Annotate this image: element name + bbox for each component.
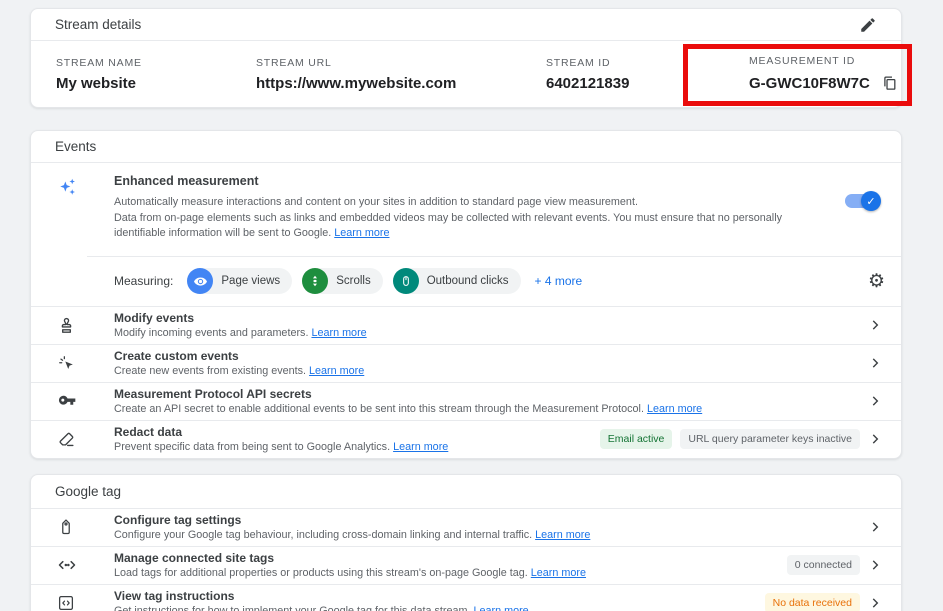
redact-data-learn-more[interactable]: Learn more [393, 441, 448, 453]
enhanced-measurement-section: Enhanced measurement Automatically measu… [31, 163, 901, 306]
chevron-right-icon[interactable] [868, 432, 882, 446]
create-custom-events-title: Create custom events [114, 349, 868, 364]
google-tag-header: Google tag [31, 475, 901, 508]
enhanced-learn-more-link[interactable]: Learn more [334, 227, 389, 239]
configure-tag-settings-desc: Configure your Google tag behaviour, inc… [114, 529, 532, 541]
chip-page-views-label: Page views [221, 275, 280, 287]
modify-events-learn-more[interactable]: Learn more [311, 327, 366, 339]
view-tag-instructions-title: View tag instructions [114, 589, 765, 604]
gear-icon[interactable]: ⚙ [868, 272, 885, 291]
chevron-right-icon[interactable] [868, 558, 882, 572]
chevron-right-icon[interactable] [868, 596, 882, 610]
stream-details-card: Stream details STREAM NAME My website ST… [30, 8, 902, 108]
url-query-inactive-badge: URL query parameter keys inactive [680, 429, 860, 449]
connected-count-badge: 0 connected [787, 555, 860, 575]
enhanced-measurement-desc: Automatically measure interactions and c… [114, 195, 831, 242]
enhanced-desc-line2: Data from on-page elements such as links… [114, 212, 782, 240]
view-tag-instructions-learn-more[interactable]: Learn more [473, 605, 528, 611]
events-title: Events [55, 139, 96, 154]
google-tag-card: Google tag Configure tag settings Config… [30, 474, 902, 611]
chip-scrolls-label: Scrolls [336, 275, 371, 287]
stream-name-label: STREAM NAME [56, 57, 256, 69]
api-secrets-title: Measurement Protocol API secrets [114, 387, 868, 402]
configure-tag-settings-title: Configure tag settings [114, 513, 868, 528]
chip-page-views[interactable]: Page views [187, 268, 292, 294]
eye-icon [187, 268, 213, 294]
chevron-right-icon[interactable] [868, 394, 882, 408]
modify-events-desc: Modify incoming events and parameters. [114, 327, 308, 339]
events-header: Events [31, 131, 901, 163]
measurement-id-label: MEASUREMENT ID [749, 55, 901, 67]
edit-pencil-icon[interactable] [855, 12, 881, 38]
chip-outbound-clicks-label: Outbound clicks [427, 275, 509, 287]
copy-icon[interactable] [880, 73, 900, 93]
row-manage-connected-site-tags[interactable]: Manage connected site tags Load tags for… [31, 546, 901, 584]
stream-id-value: 6402121839 [546, 75, 721, 92]
scroll-icon [302, 268, 328, 294]
stream-url-field: STREAM URL https://www.mywebsite.com [256, 57, 546, 92]
code-dots-icon [57, 555, 77, 575]
redact-data-title: Redact data [114, 425, 600, 440]
measurement-id-field: MEASUREMENT ID G-GWC10F8W7C [721, 55, 901, 93]
stream-details-title: Stream details [55, 17, 141, 32]
chip-scrolls[interactable]: Scrolls [302, 268, 383, 294]
stream-name-value: My website [56, 75, 256, 92]
row-configure-tag-settings[interactable]: Configure tag settings Configure your Go… [31, 508, 901, 546]
row-api-secrets[interactable]: Measurement Protocol API secrets Create … [31, 382, 901, 420]
enhanced-measurement-toggle[interactable]: ✓ [845, 194, 879, 208]
mouse-icon [393, 268, 419, 294]
stamp-icon [57, 316, 76, 335]
row-redact-data[interactable]: Redact data Prevent specific data from b… [31, 420, 901, 458]
manage-connected-site-tags-learn-more[interactable]: Learn more [531, 567, 586, 579]
tag-icon [57, 518, 75, 536]
chip-outbound-clicks[interactable]: Outbound clicks [393, 268, 521, 294]
create-custom-events-learn-more[interactable]: Learn more [309, 365, 364, 377]
chevron-right-icon[interactable] [868, 356, 882, 370]
row-view-tag-instructions[interactable]: View tag instructions Get instructions f… [31, 584, 901, 611]
cursor-sparks-icon [57, 354, 76, 373]
manage-connected-site-tags-title: Manage connected site tags [114, 551, 787, 566]
chevron-right-icon[interactable] [868, 318, 882, 332]
api-secrets-learn-more[interactable]: Learn more [647, 403, 702, 415]
modify-events-title: Modify events [114, 311, 868, 326]
measuring-label: Measuring: [114, 274, 173, 288]
google-tag-title: Google tag [55, 484, 121, 499]
stream-url-label: STREAM URL [256, 57, 546, 69]
stream-id-field: STREAM ID 6402121839 [546, 57, 721, 92]
view-tag-instructions-desc: Get instructions for how to implement yo… [114, 605, 470, 611]
toggle-check-icon: ✓ [861, 191, 881, 211]
stream-id-label: STREAM ID [546, 57, 721, 69]
no-data-received-badge: No data received [765, 593, 860, 611]
create-custom-events-desc: Create new events from existing events. [114, 365, 306, 377]
stream-fields-row: STREAM NAME My website STREAM URL https:… [31, 41, 901, 107]
configure-tag-settings-learn-more[interactable]: Learn more [535, 529, 590, 541]
enhanced-desc-line1: Automatically measure interactions and c… [114, 196, 638, 208]
eraser-icon [57, 430, 76, 449]
key-icon [57, 391, 77, 411]
chevron-right-icon[interactable] [868, 520, 882, 534]
row-modify-events[interactable]: Modify events Modify incoming events and… [31, 306, 901, 344]
stream-name-field: STREAM NAME My website [56, 57, 256, 92]
sparkles-icon [58, 176, 114, 198]
stream-url-value: https://www.mywebsite.com [256, 75, 546, 92]
api-secrets-desc: Create an API secret to enable additiona… [114, 403, 644, 415]
more-events-link[interactable]: + 4 more [535, 274, 583, 288]
measuring-row: Measuring: Page views Scrolls [87, 256, 901, 306]
stream-details-page: Stream details STREAM NAME My website ST… [30, 0, 902, 611]
stream-details-header: Stream details [31, 9, 901, 41]
row-create-custom-events[interactable]: Create custom events Create new events f… [31, 344, 901, 382]
measurement-id-value: G-GWC10F8W7C [749, 75, 870, 92]
redact-data-desc: Prevent specific data from being sent to… [114, 441, 390, 453]
events-card: Events Enhanced measurement [30, 130, 902, 459]
email-active-badge: Email active [600, 429, 673, 449]
manage-connected-site-tags-desc: Load tags for additional properties or p… [114, 567, 528, 579]
enhanced-measurement-title: Enhanced measurement [114, 174, 831, 188]
code-box-icon [57, 594, 75, 611]
